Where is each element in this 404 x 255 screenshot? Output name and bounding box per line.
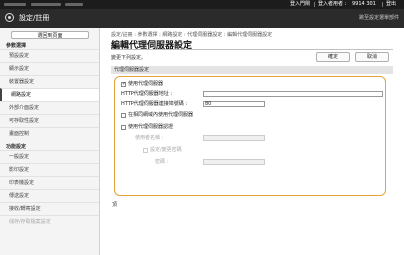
username-label: 使用者名稱 : [135, 135, 164, 141]
user-value: 9914 301 [352, 1, 376, 7]
sidebar-item-network-settings[interactable]: 網路設定 [0, 88, 99, 101]
http-port-input[interactable]: 80 [203, 101, 265, 107]
cancel-button[interactable]: 取消 [355, 52, 389, 62]
same-domain-checkbox[interactable] [121, 113, 126, 118]
back-to-portal-button[interactable]: 選回到頁面 [11, 31, 89, 39]
app-header: 設定/註冊 跳至設定選單部件 [0, 9, 404, 28]
sidebar-item-send-settings[interactable]: 傳送設定 [0, 189, 99, 202]
top-bar: 登入門閘 登入者用者 : 9914 301 登出 [0, 0, 404, 9]
http-port-label: HTTP代理伺服器連接埠號碼 : [121, 101, 188, 107]
blurred-text [4, 3, 26, 6]
blurred-text [31, 3, 61, 6]
user-label: 登入者用者 : [318, 1, 347, 7]
sidebar-item-general-settings[interactable]: 一般設定 [0, 150, 99, 163]
login-link[interactable]: 登入門閘 [290, 1, 310, 8]
http-address-label: HTTP代理伺服器地址 : [121, 91, 173, 97]
separator [382, 2, 383, 7]
password-input[interactable] [203, 159, 265, 165]
main-content: 設定/註冊 : 參數選擇 : 網路設定 : 代理伺服器設定 : 編輯代理伺服器設… [100, 28, 404, 255]
sidebar-item-device-settings[interactable]: 裝置器設定 [0, 75, 99, 88]
http-address-input[interactable] [203, 91, 383, 97]
footnote: 頂 [112, 202, 118, 208]
sidebar-item-receive-forward[interactable]: 接收/轉寄設定 [0, 202, 99, 215]
sidebar-item-store-access-files[interactable]: 儲存/存取檔案設定 [0, 215, 99, 228]
sidebar-item-accessibility[interactable]: 可存取性設定 [0, 114, 99, 127]
logout-link[interactable]: 登出 [386, 1, 396, 8]
section-header: 代理伺服器設定 [111, 66, 393, 74]
sidebar-item-screen-control[interactable]: 畫面控制 [0, 127, 99, 140]
use-proxy-checkbox[interactable] [121, 81, 126, 87]
settings-icon [5, 13, 14, 22]
sidebar-section-function: 功能設定 [6, 144, 27, 150]
proxy-settings-panel: 使用代理伺服器 HTTP代理伺服器地址 : HTTP代理伺服器連接埠號碼 : 8… [114, 76, 386, 196]
skip-to-settings-link[interactable]: 跳至設定選單部件 [359, 14, 399, 21]
sidebar-item-display-settings[interactable]: 顯示設定 [0, 62, 99, 75]
blurred-text [65, 3, 83, 6]
username-input[interactable] [203, 135, 265, 141]
use-auth-checkbox[interactable] [121, 125, 126, 130]
breadcrumb: 設定/註冊 : 參數選擇 : 網路設定 : 代理伺服器設定 : 編輯代理伺服器設… [111, 32, 273, 38]
same-domain-label: 在相同網域內使用代理伺服器 [128, 112, 194, 118]
app-title: 設定/註冊 [19, 14, 50, 22]
divider [111, 49, 393, 50]
sidebar-item-default-settings[interactable]: 預設設定 [0, 49, 99, 62]
sidebar: 選回到頁面 參數選擇 預設設定 顯示設定 裝置器設定 網路設定 外部介面設定 可… [0, 28, 100, 255]
password-label: 密碼 : [155, 159, 169, 165]
instruction-text: 變更下列設定。 [111, 55, 147, 61]
use-proxy-label: 使用代理伺服器 [128, 81, 164, 87]
sidebar-section-preferences: 參數選擇 [6, 43, 27, 49]
ok-button[interactable]: 確定 [316, 52, 350, 62]
use-auth-label: 使用代理伺服器認證 [128, 124, 174, 130]
set-change-password-label: 設定/變更密碼 [150, 147, 182, 153]
set-change-password-checkbox[interactable] [143, 148, 148, 153]
sidebar-item-external-interface[interactable]: 外部介面設定 [0, 101, 99, 114]
sidebar-item-printer-settings[interactable]: 印表機設定 [0, 176, 99, 189]
sidebar-item-copy-settings[interactable]: 影印設定 [0, 163, 99, 176]
separator [314, 2, 315, 7]
